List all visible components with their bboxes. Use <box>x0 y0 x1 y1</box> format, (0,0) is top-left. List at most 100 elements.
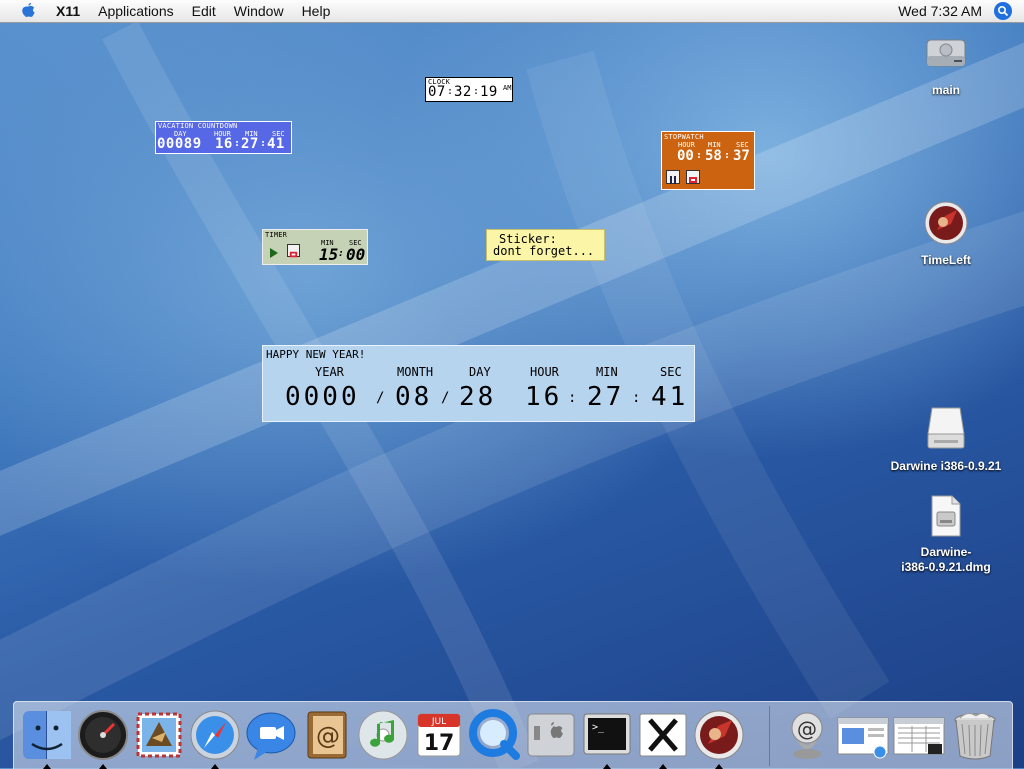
widget-title: HAPPY NEW YEAR! <box>266 348 366 361</box>
min-value: 27 <box>587 382 625 412</box>
desktop-icon-main[interactable]: main <box>914 32 978 98</box>
timer-sec: 00 <box>346 245 366 264</box>
window-minimized-2-icon <box>893 717 945 755</box>
timer-min: 15 <box>319 245 339 264</box>
stopwatch-hour: 00 <box>677 148 694 164</box>
clock-sec: 19 <box>480 84 498 100</box>
dock-address-book[interactable]: @ <box>300 708 354 762</box>
hour-value: 16 <box>215 136 233 152</box>
min-header: MIN <box>596 365 618 379</box>
running-indicator <box>211 764 219 769</box>
reset-icon <box>289 251 298 258</box>
dock-mail[interactable] <box>132 708 186 762</box>
running-indicator <box>99 764 107 769</box>
day-value: 00089 <box>157 136 202 152</box>
sticker-line2: dont forget... <box>493 244 595 258</box>
dock-x11[interactable] <box>636 708 690 762</box>
menu-edit[interactable]: Edit <box>183 0 225 22</box>
dock-minimized-window-2[interactable] <box>892 708 946 762</box>
dock-ical[interactable]: JUL 17 <box>412 708 466 762</box>
dock-terminal[interactable]: >_ <box>580 708 634 762</box>
itunes-icon <box>358 710 408 760</box>
dock-divider <box>769 706 770 766</box>
widget-title: TIMER <box>265 231 288 239</box>
new-year-countdown-widget[interactable]: HAPPY NEW YEAR! YEAR MONTH DAY HOUR MIN … <box>262 345 695 422</box>
system-preferences-icon <box>527 713 575 757</box>
desktop-icon-label: Darwine i386-0.9.21 <box>890 459 1002 473</box>
desktop-icon-timeleft[interactable]: TimeLeft <box>906 200 986 268</box>
play-button[interactable] <box>269 244 279 263</box>
running-indicator <box>603 764 611 769</box>
x11-icon <box>639 713 687 757</box>
month-header: MONTH <box>397 365 434 379</box>
menu-app-name[interactable]: X11 <box>56 0 89 22</box>
finder-icon <box>23 711 71 759</box>
timeleft-icon <box>924 201 968 245</box>
desktop-icon-label-line2: i386-0.9.21.dmg <box>901 560 991 574</box>
running-indicator <box>659 764 667 769</box>
stopwatch-widget[interactable]: STOPWATCH HOUR MIN SEC 00 : 58 : 37 <box>661 131 755 190</box>
dock-dashboard[interactable] <box>76 708 130 762</box>
month-value: 08 <box>395 382 433 412</box>
reset-button[interactable] <box>686 170 700 184</box>
pause-button[interactable] <box>666 170 680 184</box>
apple-icon <box>22 3 35 17</box>
hard-drive-icon <box>926 39 966 67</box>
desktop-icon-label: TimeLeft <box>921 253 971 267</box>
dock-itunes[interactable] <box>356 708 410 762</box>
stopwatch-sec: 37 <box>733 148 750 164</box>
pause-icon <box>670 176 676 184</box>
dock-trash[interactable] <box>948 708 1002 762</box>
desktop-icon-label-line1: Darwine- <box>920 545 972 559</box>
timer-reset-button[interactable] <box>287 244 300 258</box>
min-value: 27 <box>241 136 259 152</box>
dock-minimized-window-1[interactable] <box>836 708 890 762</box>
clock-min: 32 <box>454 84 472 100</box>
trash-icon <box>954 712 996 760</box>
reset-icon <box>689 177 697 183</box>
dock-finder[interactable] <box>20 708 74 762</box>
address-book-icon: @ <box>307 711 347 759</box>
menu-applications[interactable]: Applications <box>89 0 183 22</box>
day-value: 28 <box>459 382 497 412</box>
dock-safari[interactable] <box>188 708 242 762</box>
dock-internet-location[interactable]: @ <box>780 708 834 762</box>
dock-ichat[interactable] <box>244 708 298 762</box>
svg-text:@: @ <box>797 717 817 741</box>
svg-text:@: @ <box>316 722 340 750</box>
sec-value: 41 <box>651 382 689 412</box>
menubar-clock[interactable]: Wed 7:32 AM <box>898 3 994 19</box>
timeleft-icon <box>694 710 744 760</box>
desktop-icon-darwine-volume[interactable]: Darwine i386-0.9.21 <box>878 404 1014 474</box>
apple-menu[interactable] <box>0 2 56 20</box>
ichat-icon <box>246 712 296 760</box>
disk-image-icon <box>931 495 961 537</box>
quicktime-icon <box>469 709 520 760</box>
ical-day: 17 <box>424 731 455 756</box>
running-indicator <box>715 764 723 769</box>
dock-timeleft[interactable] <box>692 708 746 762</box>
ical-month: JUL <box>431 717 446 727</box>
hour-value: 16 <box>525 382 563 412</box>
menu-window[interactable]: Window <box>225 0 293 22</box>
vacation-countdown-widget[interactable]: VACATION COUNTDOWN DAY HOUR MIN SEC 0008… <box>155 121 292 154</box>
stopwatch-min: 58 <box>705 148 722 164</box>
dashboard-icon <box>78 710 128 760</box>
sticker-widget[interactable]: Sticker: dont forget... <box>486 229 605 261</box>
removable-disk-icon <box>927 407 965 449</box>
svg-text:>_: >_ <box>592 722 605 733</box>
desktop-icon-darwine-dmg[interactable]: Darwine- i386-0.9.21.dmg <box>886 494 1006 575</box>
sec-header: SEC <box>660 365 682 379</box>
day-header: DAY <box>469 365 491 379</box>
menu-help[interactable]: Help <box>293 0 340 22</box>
spotlight-icon[interactable] <box>994 2 1012 20</box>
timer-widget[interactable]: TIMER MIN SEC 15 : 00 <box>262 229 368 265</box>
internet-location-icon: @ <box>791 712 823 759</box>
clock-widget[interactable]: CLOCK 07 : 32 : 19 AM <box>425 77 513 102</box>
dock-quicktime[interactable] <box>468 708 522 762</box>
mail-icon <box>136 712 182 758</box>
dock-system-preferences[interactable] <box>524 708 578 762</box>
play-icon <box>270 248 278 258</box>
terminal-icon: >_ <box>583 713 631 755</box>
widget-title: STOPWATCH <box>664 133 704 141</box>
